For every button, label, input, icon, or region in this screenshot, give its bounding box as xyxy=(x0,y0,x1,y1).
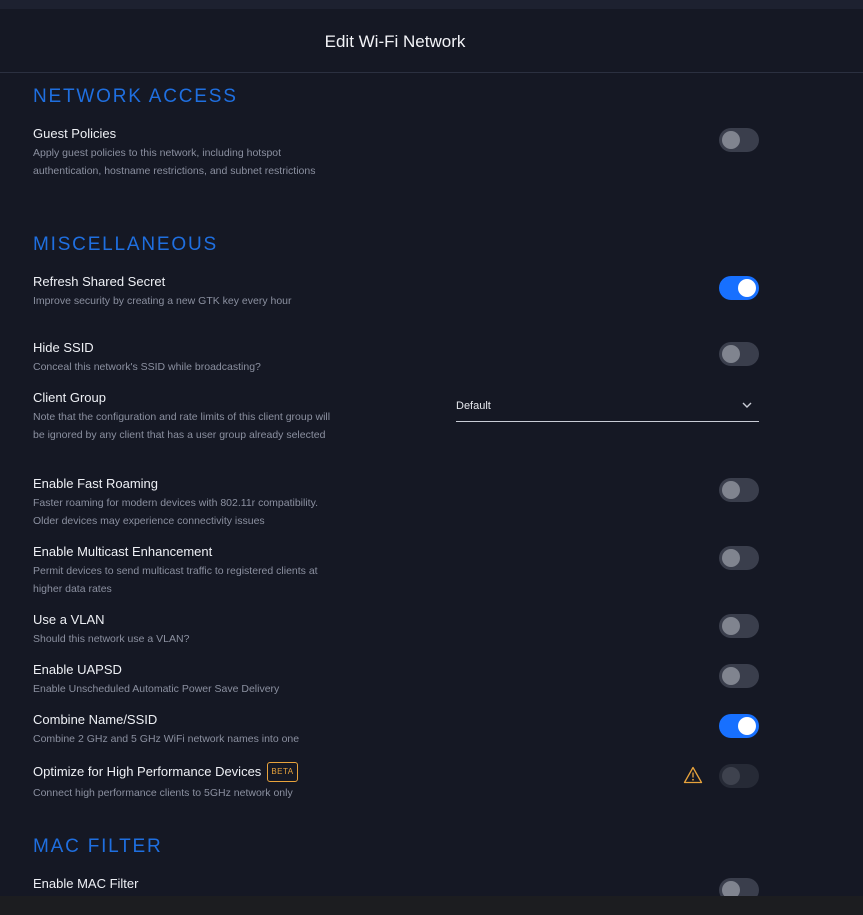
setting-hide-ssid: Hide SSID Conceal this network's SSID wh… xyxy=(33,340,343,376)
setting-label: Enable MAC Filter xyxy=(33,876,139,891)
setting-guest-policies: Guest Policies Apply guest policies to t… xyxy=(33,126,343,180)
toggle-knob xyxy=(722,345,740,363)
section-title-network-access: NETWORK ACCESS xyxy=(33,86,238,107)
toggle-knob xyxy=(722,481,740,499)
setting-description: Permit devices to send multicast traffic… xyxy=(33,565,318,595)
bottom-bar xyxy=(0,896,863,915)
fast-roaming-toggle[interactable] xyxy=(719,478,759,502)
setting-use-vlan: Use a VLAN Should this network use a VLA… xyxy=(33,612,343,648)
setting-refresh-shared-secret: Refresh Shared Secret Improve security b… xyxy=(33,274,343,310)
uapsd-toggle[interactable] xyxy=(719,664,759,688)
setting-description: Faster roaming for modern devices with 8… xyxy=(33,497,318,527)
setting-fast-roaming: Enable Fast Roaming Faster roaming for m… xyxy=(33,476,343,530)
page-title: Edit Wi-Fi Network xyxy=(324,32,466,51)
setting-label-text: Optimize for High Performance Devices xyxy=(33,764,262,779)
setting-description: Enable Unscheduled Automatic Power Save … xyxy=(33,683,280,695)
toggle-knob xyxy=(722,549,740,567)
toggle-knob xyxy=(738,717,756,735)
setting-description: Should this network use a VLAN? xyxy=(33,633,190,645)
setting-description: Note that the configuration and rate lim… xyxy=(33,411,331,441)
client-group-select[interactable]: Default xyxy=(456,394,759,422)
warning-triangle-icon[interactable] xyxy=(683,766,703,784)
setting-label: Client Group xyxy=(33,390,106,405)
top-bar xyxy=(0,0,863,9)
setting-label: Guest Policies xyxy=(33,126,117,141)
section-title-miscellaneous: MISCELLANEOUS xyxy=(33,234,218,255)
setting-label: Optimize for High Performance Devices BET… xyxy=(33,762,393,782)
combine-name-ssid-toggle[interactable] xyxy=(719,714,759,738)
use-vlan-toggle[interactable] xyxy=(719,614,759,638)
client-group-value: Default xyxy=(456,400,491,412)
setting-label: Hide SSID xyxy=(33,340,94,355)
setting-multicast-enhancement: Enable Multicast Enhancement Permit devi… xyxy=(33,544,343,598)
hide-ssid-toggle[interactable] xyxy=(719,342,759,366)
section-title-mac-filter: MAC FILTER xyxy=(33,836,163,857)
beta-badge: BETA xyxy=(267,762,298,782)
setting-description: Apply guest policies to this network, in… xyxy=(33,147,316,177)
setting-label: Enable UAPSD xyxy=(33,662,122,677)
toggle-knob xyxy=(722,767,740,785)
setting-label: Use a VLAN xyxy=(33,612,105,627)
dialog-header: Edit Wi-Fi Network xyxy=(0,9,863,73)
toggle-knob xyxy=(722,617,740,635)
guest-policies-toggle[interactable] xyxy=(719,128,759,152)
toggle-knob xyxy=(722,131,740,149)
setting-description: Connect high performance clients to 5GHz… xyxy=(33,787,293,799)
setting-description: Combine 2 GHz and 5 GHz WiFi network nam… xyxy=(33,733,300,745)
toggle-knob xyxy=(738,279,756,297)
multicast-enhancement-toggle[interactable] xyxy=(719,546,759,570)
setting-uapsd: Enable UAPSD Enable Unscheduled Automati… xyxy=(33,662,343,698)
setting-combine-name-ssid: Combine Name/SSID Combine 2 GHz and 5 GH… xyxy=(33,712,343,748)
refresh-shared-secret-toggle[interactable] xyxy=(719,276,759,300)
setting-label: Combine Name/SSID xyxy=(33,712,158,727)
setting-client-group: Client Group Note that the configuration… xyxy=(33,390,343,444)
high-performance-toggle[interactable] xyxy=(719,764,759,788)
setting-mac-filter: Enable MAC Filter xyxy=(33,876,343,892)
setting-label: Refresh Shared Secret xyxy=(33,274,166,289)
setting-label: Enable Fast Roaming xyxy=(33,476,159,491)
setting-high-performance: Optimize for High Performance Devices BET… xyxy=(33,762,393,802)
toggle-knob xyxy=(722,667,740,685)
setting-description: Conceal this network's SSID while broadc… xyxy=(33,361,261,373)
chevron-down-icon xyxy=(742,402,752,408)
setting-description: Improve security by creating a new GTK k… xyxy=(33,295,292,307)
setting-label: Enable Multicast Enhancement xyxy=(33,544,213,559)
